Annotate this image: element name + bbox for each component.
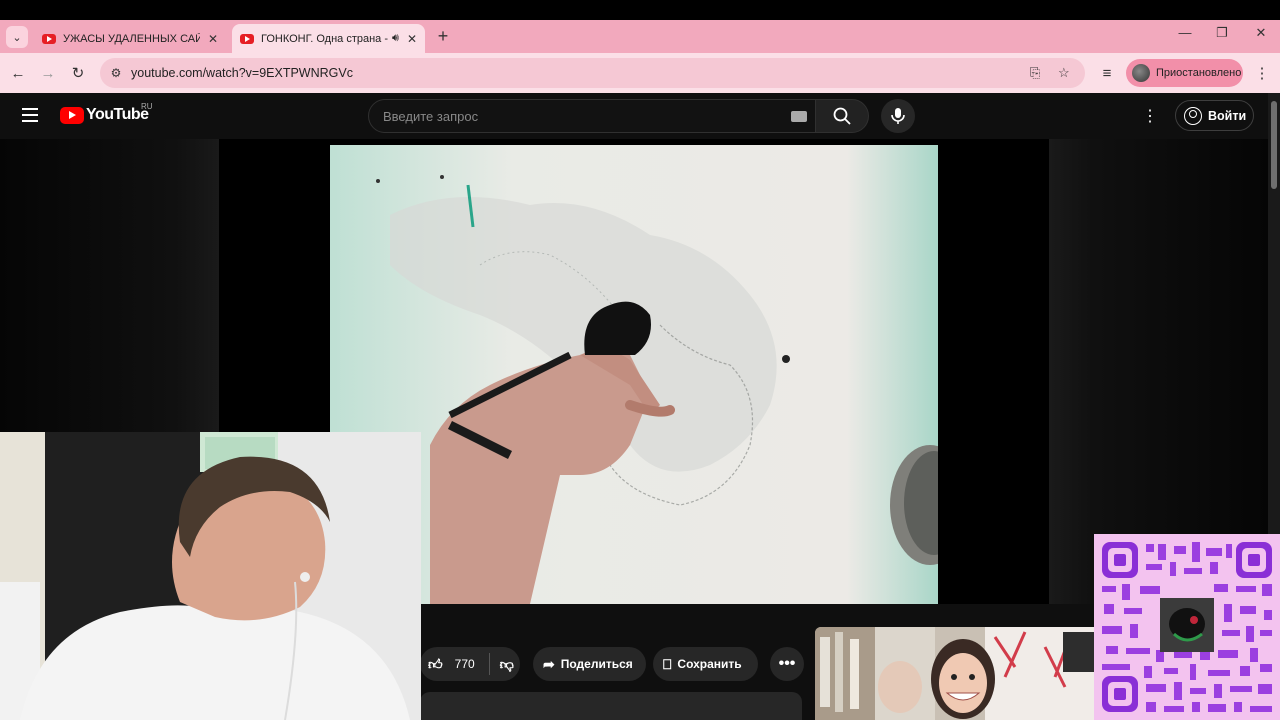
- more-horizontal-icon: •••: [778, 655, 796, 672]
- speaker-icon[interactable]: 🔊︎: [392, 32, 399, 45]
- bookmark-star-icon[interactable]: ☆: [1058, 65, 1070, 81]
- profile-button[interactable]: Приостановлено: [1126, 59, 1243, 87]
- restore-button[interactable]: ❐: [1204, 25, 1240, 41]
- thumbs-up-icon: 👍︎: [428, 655, 443, 672]
- url-text[interactable]: youtube.com/watch?v=9EXTPWNRGVc: [131, 66, 353, 80]
- description-box[interactable]: [420, 692, 802, 720]
- webcam-image: [0, 432, 421, 720]
- address-bar[interactable]: ⚙ youtube.com/watch?v=9EXTPWNRGVc ⎘ ☆: [100, 58, 1085, 88]
- reload-icon[interactable]: ↻: [67, 63, 89, 83]
- tab-inactive[interactable]: УЖАСЫ УДАЛЕННЫХ САЙТОВ ✕: [34, 24, 226, 53]
- search-icon: [833, 107, 851, 125]
- playlist-add-icon: ⎕: [663, 655, 672, 672]
- share-label: Поделиться: [560, 657, 633, 671]
- browser-tab-bar: ⌄ УЖАСЫ УДАЛЕННЫХ САЙТОВ ✕ ГОНКОНГ. Одна…: [0, 20, 1280, 53]
- search-placeholder: Введите запрос: [383, 109, 479, 124]
- like-divider: [488, 653, 490, 675]
- region-code: RU: [141, 102, 153, 111]
- microphone-icon: [891, 108, 905, 124]
- top-black-strip: [0, 0, 1280, 20]
- webcam-overlay: [0, 432, 421, 720]
- video-frame[interactable]: [330, 145, 938, 604]
- thumbnail-image: [815, 627, 1094, 720]
- search-button[interactable]: [815, 99, 869, 133]
- save-button[interactable]: ⎕ Сохранить: [653, 647, 758, 681]
- voice-search-button[interactable]: [881, 99, 915, 133]
- account-icon: [1184, 106, 1202, 125]
- tab-title: ГОНКОНГ. Одна страна - д: [261, 32, 388, 45]
- save-label: Сохранить: [677, 657, 742, 671]
- profile-status-label: Приостановлено: [1156, 67, 1242, 79]
- install-app-icon[interactable]: ⎘: [1030, 65, 1040, 81]
- like-button[interactable]: 👍︎ 770 👎︎: [420, 647, 520, 681]
- profile-avatar: [1132, 64, 1150, 82]
- site-settings-icon[interactable]: ⚙: [108, 65, 124, 81]
- browser-toolbar: ← → ↻ ⚙ youtube.com/watch?v=9EXTPWNRGVc …: [0, 53, 1280, 93]
- share-button[interactable]: ➦ Поделиться: [533, 647, 646, 681]
- youtube-play-icon: [60, 106, 84, 124]
- youtube-favicon-icon: [42, 33, 56, 44]
- forward-arrow-icon[interactable]: →: [37, 63, 59, 83]
- like-count: 770: [454, 657, 475, 671]
- keyboard-icon[interactable]: [791, 111, 807, 122]
- more-actions-button[interactable]: •••: [770, 647, 804, 681]
- new-tab-button[interactable]: +: [432, 25, 454, 47]
- video-content-image: [330, 145, 938, 604]
- hamburger-menu-icon[interactable]: [22, 108, 38, 122]
- qr-code-image: [1094, 534, 1280, 720]
- back-arrow-icon[interactable]: ←: [7, 63, 29, 83]
- youtube-wordmark: YouTube: [86, 106, 149, 123]
- tab-active[interactable]: ГОНКОНГ. Одна страна - д 🔊︎ ✕: [232, 24, 425, 53]
- sign-in-button[interactable]: Войти: [1175, 100, 1254, 131]
- chevron-down-icon: ⌄: [12, 31, 22, 44]
- youtube-favicon-icon: [240, 33, 254, 44]
- sign-in-label: Войти: [1208, 108, 1247, 123]
- tab-search-button[interactable]: ⌄: [6, 26, 28, 48]
- recommended-video-thumbnail[interactable]: [815, 627, 1094, 720]
- minimize-button[interactable]: —: [1167, 25, 1203, 40]
- thumbs-down-icon[interactable]: 👎︎: [500, 656, 514, 673]
- reading-list-icon[interactable]: ≡: [1096, 63, 1118, 83]
- close-tab-icon[interactable]: ✕: [208, 32, 218, 46]
- share-arrow-icon: ➦: [543, 655, 555, 672]
- qr-code-overlay: [1094, 534, 1280, 720]
- close-tab-icon[interactable]: ✕: [407, 32, 417, 46]
- tab-title: УЖАСЫ УДАЛЕННЫХ САЙТОВ: [63, 32, 200, 45]
- browser-menu-icon[interactable]: ⋮: [1251, 63, 1273, 83]
- settings-menu-icon[interactable]: ⋮: [1140, 106, 1160, 126]
- close-window-button[interactable]: ✕: [1243, 25, 1279, 41]
- youtube-header: YouTube RU Введите запрос ⋮ Войти: [0, 93, 1268, 139]
- search-input[interactable]: Введите запрос: [368, 99, 816, 133]
- scrollbar-thumb[interactable]: [1271, 101, 1277, 189]
- youtube-logo[interactable]: YouTube RU: [60, 102, 153, 124]
